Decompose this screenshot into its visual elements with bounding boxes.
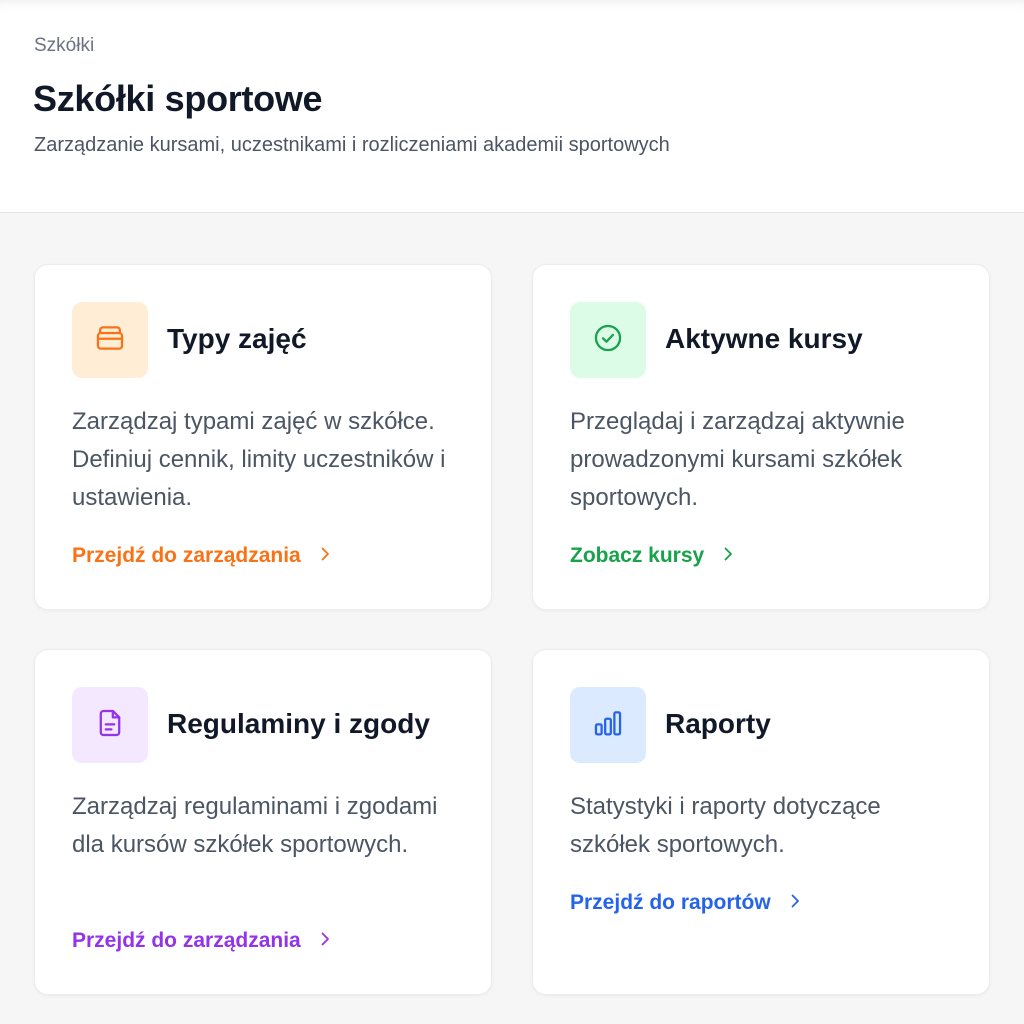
card-link-label: Przejdź do zarządzania (72, 929, 301, 952)
document-icon (93, 706, 127, 745)
card-icon-box (570, 302, 646, 378)
card-description: Zarządzaj regulaminami i zgodami dla kur… (72, 793, 438, 858)
check-circle-icon (591, 321, 625, 360)
card-icon-box (570, 687, 646, 763)
chevron-right-icon (787, 891, 803, 915)
card-icon-box (72, 687, 148, 763)
page-header: Szkółki Szkółki sportowe Zarządzanie kur… (0, 0, 1024, 213)
card-link-label: Przejdź do zarządzania (72, 544, 301, 567)
card-link-label: Przejdź do raportów (570, 891, 771, 914)
card-typy-zajec[interactable]: Typy zajęć Zarządzaj typami zajęć w szkó… (34, 264, 492, 610)
card-link[interactable]: Przejdź do zarządzania (72, 544, 333, 568)
card-link[interactable]: Przejdź do raportów (570, 891, 803, 915)
box-icon (93, 321, 127, 360)
chevron-right-icon (317, 929, 333, 953)
card-description: Statystyki i raporty dotyczące szkółek s… (570, 793, 881, 858)
card-raporty[interactable]: Raporty Statystyki i raporty dotyczące s… (532, 649, 990, 995)
card-title: Aktywne kursy (665, 323, 863, 354)
page-subtitle: Zarządzanie kursami, uczestnikami i rozl… (34, 134, 670, 156)
card-description: Przeglądaj i zarządzaj aktywnie prowadzo… (570, 408, 905, 511)
chevron-right-icon (720, 544, 736, 568)
chevron-right-icon (317, 544, 333, 568)
page-title: Szkółki sportowe (33, 78, 323, 119)
card-description: Zarządzaj typami zajęć w szkółce. Defini… (72, 408, 446, 511)
card-link[interactable]: Przejdź do zarządzania (72, 929, 333, 953)
breadcrumb[interactable]: Szkółki (34, 35, 94, 57)
card-link[interactable]: Zobacz kursy (570, 544, 736, 568)
bar-chart-icon (591, 706, 625, 745)
card-regulaminy-i-zgody[interactable]: Regulaminy i zgody Zarządzaj regulaminam… (34, 649, 492, 995)
card-title: Regulaminy i zgody (167, 708, 430, 739)
card-title: Raporty (665, 708, 771, 739)
card-icon-box (72, 302, 148, 378)
card-title: Typy zajęć (167, 323, 307, 354)
card-aktywne-kursy[interactable]: Aktywne kursy Przeglądaj i zarządzaj akt… (532, 264, 990, 610)
card-link-label: Zobacz kursy (570, 544, 705, 567)
